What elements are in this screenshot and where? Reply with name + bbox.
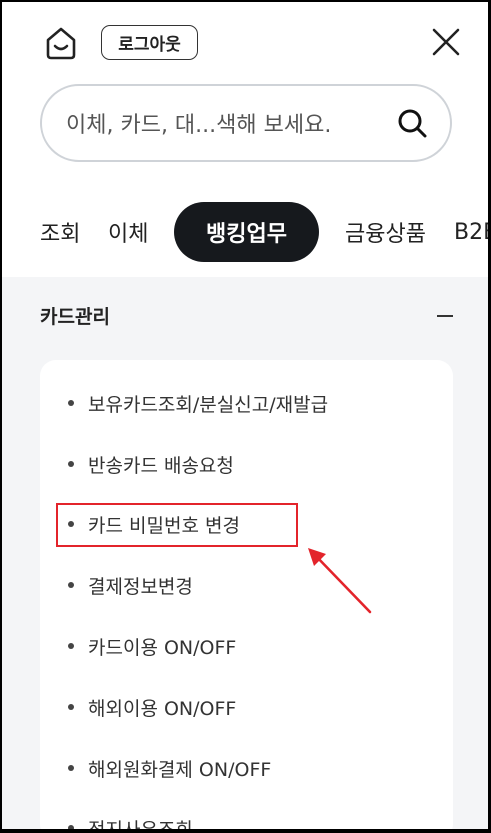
menu-item-card-inquiry[interactable]: 보유카드조회/분실신고/재발급 <box>68 388 328 418</box>
menu-item-label: 해외이용 ON/OFF <box>88 697 237 720</box>
search-input[interactable]: 이체, 카드, 대...색해 보세요. <box>40 84 452 162</box>
menu-item-label: 카드이용 ON/OFF <box>88 636 237 659</box>
menu-item-suspension-reason[interactable]: 정지사유조회 <box>68 813 193 829</box>
menu-item-label: 반송카드 배송요청 <box>88 454 234 477</box>
app-frame: 로그아웃 이체, 카드, 대...색해 보세요. 조회 이체 뱅킹업무 금융상품… <box>2 2 488 829</box>
menu-item-payment-info[interactable]: 결제정보변경 <box>68 570 193 600</box>
tab-financial-products[interactable]: 금융상품 <box>345 202 426 262</box>
minus-icon[interactable] <box>437 315 453 317</box>
close-icon[interactable] <box>430 26 462 58</box>
bullet-icon <box>68 643 74 649</box>
bullet-icon <box>68 704 74 710</box>
menu-item-returned-card[interactable]: 반송카드 배송요청 <box>68 449 234 479</box>
menu-item-dcc-toggle[interactable]: 해외원화결제 ON/OFF <box>68 753 271 783</box>
bullet-icon <box>68 825 74 829</box>
bullet-icon <box>68 461 74 467</box>
bullet-icon <box>68 582 74 588</box>
home-icon[interactable] <box>42 24 80 62</box>
tab-inquiry[interactable]: 조회 <box>40 202 80 262</box>
tab-b2b[interactable]: B2B <box>454 202 488 262</box>
tab-banking[interactable]: 뱅킹업무 <box>174 202 319 262</box>
category-tabs: 조회 이체 뱅킹업무 금융상품 B2B <box>2 202 488 262</box>
search-icon[interactable] <box>396 107 428 139</box>
menu-item-overseas-usage-toggle[interactable]: 해외이용 ON/OFF <box>68 692 236 722</box>
section-title[interactable]: 카드관리 <box>40 302 110 329</box>
tab-transfer[interactable]: 이체 <box>108 202 148 262</box>
highlight-box <box>56 503 298 547</box>
bullet-icon <box>68 400 74 406</box>
menu-item-label: 정지사유조회 <box>88 815 193 830</box>
menu-item-label: 보유카드조회/분실신고/재발급 <box>88 393 329 416</box>
bullet-icon <box>68 765 74 771</box>
menu-card: 보유카드조회/분실신고/재발급 반송카드 배송요청 카드 비밀번호 변경 결제정… <box>40 360 453 829</box>
search-placeholder: 이체, 카드, 대...색해 보세요. <box>66 113 332 138</box>
menu-item-card-usage-toggle[interactable]: 카드이용 ON/OFF <box>68 631 236 661</box>
arrow-icon <box>308 548 372 614</box>
logout-button[interactable]: 로그아웃 <box>101 25 198 60</box>
menu-item-label: 결제정보변경 <box>88 575 193 598</box>
menu-item-label: 해외원화결제 ON/OFF <box>88 758 272 781</box>
